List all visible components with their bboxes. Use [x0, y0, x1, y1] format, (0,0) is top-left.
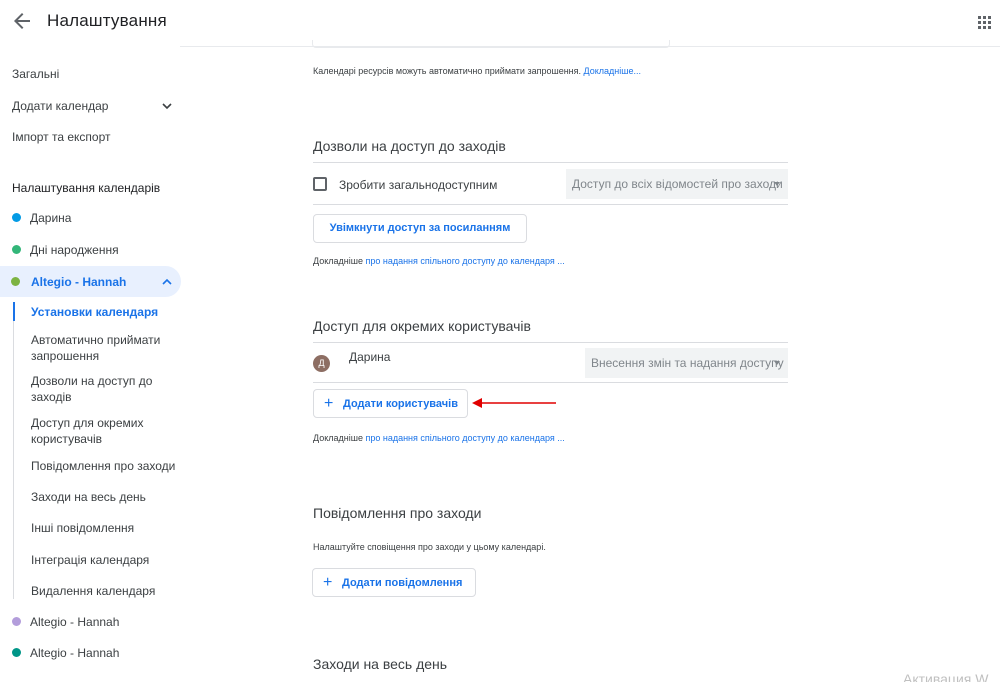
submenu-all-day-events[interactable]: Заходи на весь день: [31, 489, 181, 505]
divider: [313, 382, 788, 383]
learn-more-prefix: Докладніше: [313, 256, 363, 266]
nav-general[interactable]: Загальні: [12, 67, 59, 81]
plus-icon: +: [323, 574, 333, 591]
submenu-rail: [13, 304, 14, 599]
notifications-section-title: Повідомлення про заходи: [313, 505, 482, 521]
previous-section-box: [312, 40, 670, 48]
users-learn-more: Докладніше про надання спільного доступу…: [313, 433, 565, 443]
calendar-label: Дарина: [30, 211, 72, 225]
access-level-value: Доступ до всіх відомостей про заходи: [572, 177, 783, 191]
submenu-active-indicator: [13, 302, 15, 321]
add-notification-label: Додати повідомлення: [342, 577, 463, 589]
submenu-calendar-settings[interactable]: Установки календаря: [31, 304, 181, 320]
calendar-color-dot: [11, 277, 20, 286]
arrow-back-icon: [14, 13, 30, 29]
apps-button[interactable]: [974, 12, 994, 32]
calendar-label: Altegio - Hannah: [31, 275, 127, 289]
apps-grid-icon: [978, 16, 991, 29]
calendar-label: Дні народження: [30, 243, 119, 257]
divider: [313, 162, 788, 163]
public-checkbox[interactable]: [313, 177, 327, 191]
submenu-user-access[interactable]: Доступ для окремих користувачів: [31, 415, 181, 447]
back-button[interactable]: [10, 9, 34, 33]
public-checkbox-label: Зробити загальнодоступним: [339, 178, 498, 192]
avatar: Д: [313, 355, 330, 372]
add-notification-button[interactable]: + Додати повідомлення: [312, 568, 476, 597]
dropdown-arrow-icon: [774, 361, 780, 365]
nav-add-calendar[interactable]: Додати календар: [12, 99, 108, 113]
resource-note-text: Календарі ресурсів можуть автоматично пр…: [313, 66, 582, 76]
calendar-color-dot: [12, 648, 21, 658]
notifications-description: Налаштуйте сповіщення про заходи у цьому…: [313, 542, 546, 552]
user-permission-value: Внесення змін та надання доступу: [591, 356, 784, 370]
submenu-integration[interactable]: Інтеграція календаря: [31, 552, 181, 568]
user-permission-select[interactable]: Внесення змін та надання доступу: [585, 348, 788, 378]
annotation-arrow: [472, 398, 556, 408]
submenu-delete-calendar[interactable]: Видалення календаря: [31, 583, 181, 599]
divider: [313, 204, 788, 205]
page-title: Налаштування: [47, 11, 167, 30]
settings-sidebar: Загальні Додати календар Імпорт та експо…: [0, 46, 200, 682]
calendar-label: Altegio - Hannah: [30, 646, 120, 660]
resource-note: Календарі ресурсів можуть автоматично пр…: [313, 66, 641, 76]
calendar-color-dot: [12, 213, 21, 223]
calendar-item-altegio-3[interactable]: Altegio - Hannah: [12, 646, 119, 660]
dropdown-arrow-icon: [774, 182, 780, 186]
plus-icon: +: [324, 395, 334, 412]
nav-import-export[interactable]: Імпорт та експорт: [12, 130, 111, 144]
submenu-auto-accept[interactable]: Автоматично приймати запрошення: [31, 332, 181, 364]
calendar-item-altegio-active[interactable]: Altegio - Hannah: [0, 266, 181, 297]
learn-more-prefix: Докладніше: [313, 433, 363, 443]
submenu-event-permissions[interactable]: Дозволи на доступ до заходів: [31, 373, 181, 405]
all-day-section-title: Заходи на весь день: [313, 656, 448, 672]
calendar-item-birthdays[interactable]: Дні народження: [12, 243, 119, 257]
calendar-color-dot: [12, 245, 21, 255]
resource-learn-more-link[interactable]: Докладніше...: [584, 66, 641, 76]
calendar-settings-heading: Налаштування календарів: [12, 181, 161, 195]
calendar-item-altegio-2[interactable]: Altegio - Hannah: [12, 615, 119, 629]
calendar-item-daryna[interactable]: Дарина: [12, 211, 71, 225]
submenu-event-notifications[interactable]: Повідомлення про заходи: [31, 458, 181, 474]
submenu-other-notifications[interactable]: Інші повідомлення: [31, 520, 181, 536]
permissions-section-title: Дозволи на доступ до заходів: [313, 138, 506, 154]
sharing-help-link[interactable]: про надання спільного доступу до календа…: [365, 256, 564, 266]
divider: [313, 342, 788, 343]
user-name: Дарина: [349, 350, 391, 364]
access-level-select[interactable]: Доступ до всіх відомостей про заходи: [566, 169, 788, 199]
add-users-label: Додати користувачів: [343, 398, 458, 410]
chevron-up-icon[interactable]: [160, 275, 174, 289]
activation-watermark: Активация W: [903, 671, 989, 682]
user-access-section-title: Доступ для окремих користувачів: [313, 318, 531, 334]
chevron-down-icon[interactable]: [160, 99, 174, 113]
add-users-button[interactable]: + Додати користувачів: [313, 389, 468, 418]
sharing-help-link[interactable]: про надання спільного доступу до календа…: [365, 433, 564, 443]
calendar-label: Altegio - Hannah: [30, 615, 120, 629]
enable-link-sharing-button[interactable]: Увімкнути доступ за посиланням: [313, 214, 527, 243]
calendar-color-dot: [12, 617, 21, 627]
permissions-learn-more: Докладніше про надання спільного доступу…: [313, 256, 565, 266]
